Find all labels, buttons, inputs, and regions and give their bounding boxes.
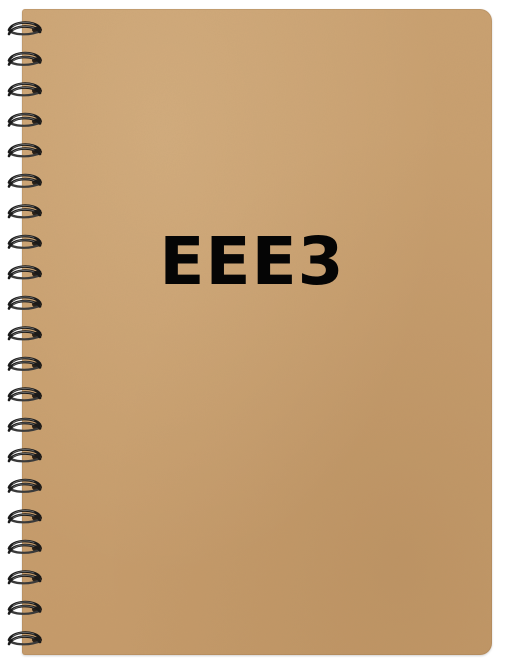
spiral-loop	[7, 112, 42, 127]
spiral-loop	[7, 204, 42, 219]
spiral-loop	[7, 326, 42, 341]
spiral-loop	[7, 539, 42, 554]
spiral-loop	[7, 417, 42, 432]
cover-title: EEE3	[159, 223, 345, 300]
spiral-loop	[7, 356, 42, 371]
spiral-loop	[7, 387, 42, 402]
spiral-loop	[7, 234, 42, 249]
spiral-loop	[7, 82, 42, 97]
kraft-paper-texture	[22, 9, 492, 655]
spiral-loop	[7, 478, 42, 493]
spiral-loop	[7, 448, 42, 463]
spiral-loop	[7, 600, 42, 615]
spiral-loop	[7, 295, 42, 310]
spiral-loop	[7, 631, 42, 646]
spiral-loop	[7, 265, 42, 280]
notebook-cover: EEE3	[22, 9, 492, 655]
spiral-loop	[7, 51, 42, 66]
spiral-loop	[7, 509, 42, 524]
spiral-loop	[7, 143, 42, 158]
spiral-binding	[7, 21, 42, 646]
spiral-loop	[7, 173, 42, 188]
spiral-loop	[7, 570, 42, 585]
spiral-loop	[7, 21, 42, 36]
